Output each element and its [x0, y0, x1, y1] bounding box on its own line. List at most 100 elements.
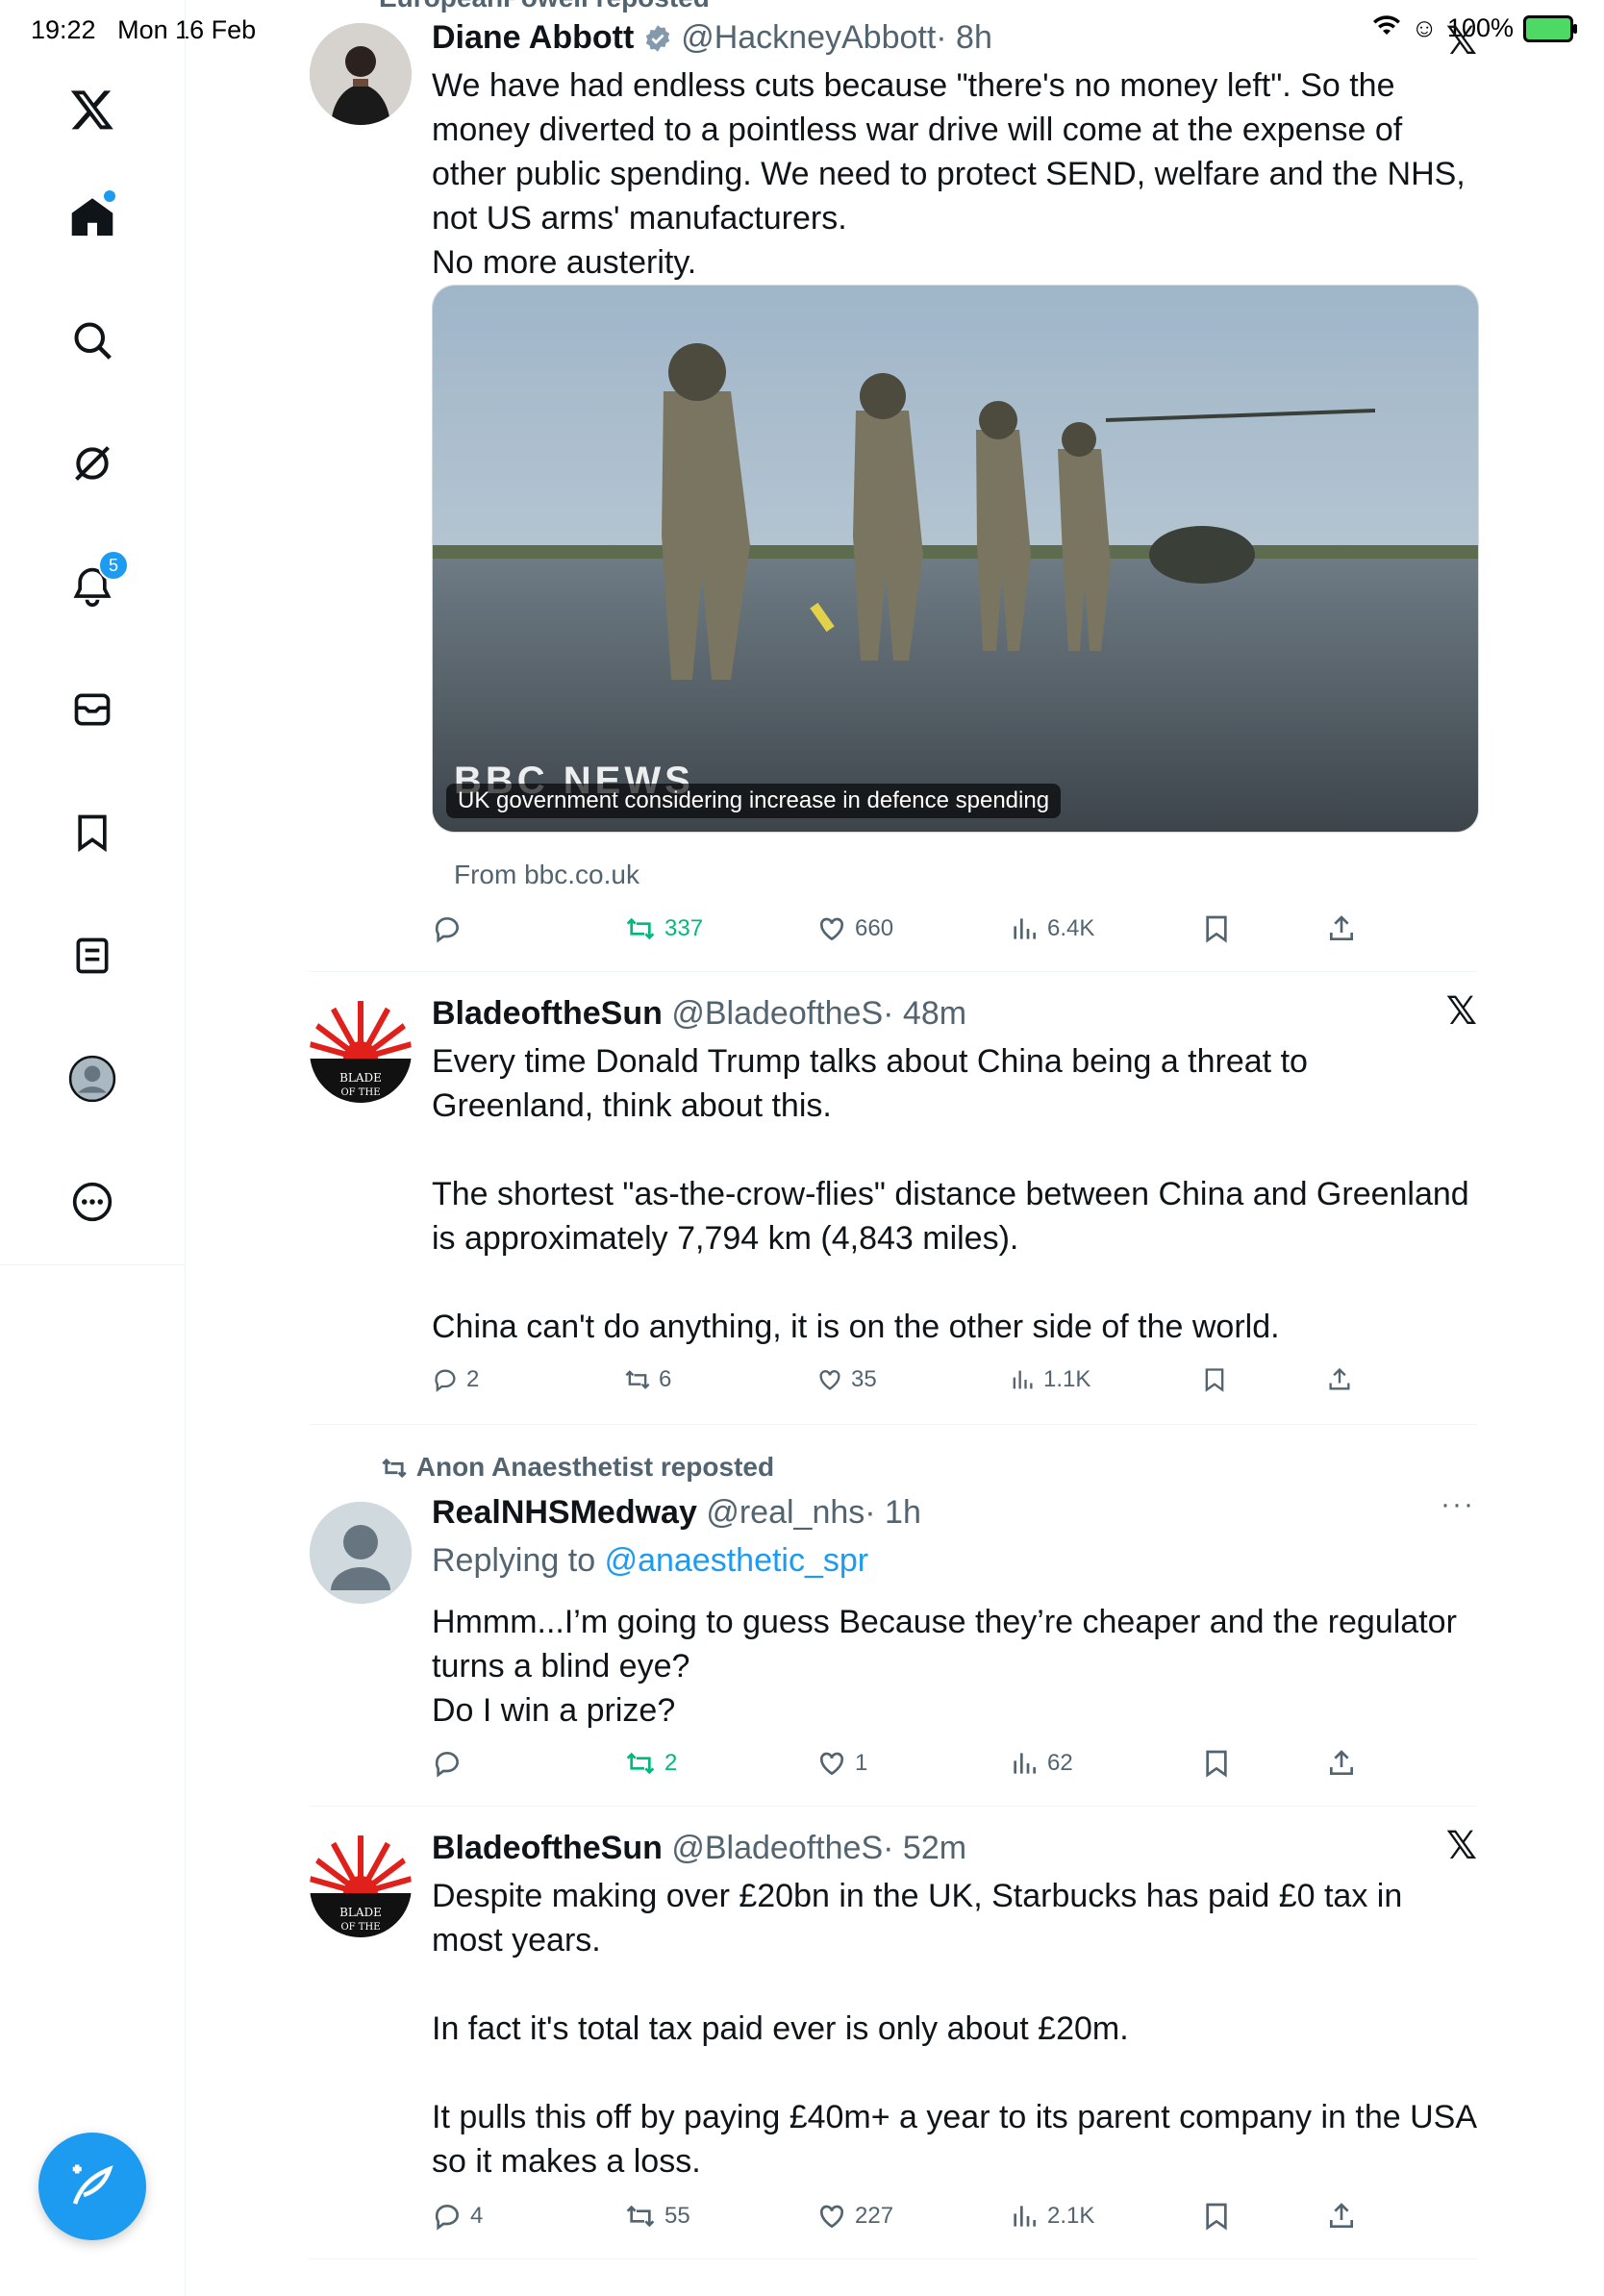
- heart-icon: [819, 917, 844, 941]
- tweet-header: Diane Abbott @HackneyAbbott· 8h: [432, 17, 1477, 58]
- repost-note-text[interactable]: Anon Anaesthetist reposted: [416, 1452, 774, 1482]
- card-caption: UK government considering increase in de…: [446, 784, 1062, 818]
- author-handle[interactable]: @BladeoftheS: [671, 995, 883, 1032]
- reply-count: 4: [470, 2203, 484, 2229]
- avatar[interactable]: [310, 23, 412, 125]
- tweet-time: · 8h: [936, 19, 992, 56]
- view-count: 6.4K: [1047, 915, 1095, 941]
- repost-icon: [626, 1752, 655, 1775]
- link-card[interactable]: BBC NEWS UK government considering incre…: [432, 285, 1479, 833]
- views-button[interactable]: 62: [1009, 1748, 1073, 1779]
- svg-text:BLADE: BLADE: [339, 1906, 382, 1919]
- avatar[interactable]: BLADE OF THE: [310, 1835, 412, 1937]
- tweet-actions: 2 1 62: [432, 1748, 1355, 1786]
- bookmark-icon: [1206, 1750, 1227, 1778]
- reply-icon: [435, 917, 459, 943]
- reply-context: Replying to @anaesthetic_spr: [432, 1540, 1477, 1581]
- bookmark-button[interactable]: [1201, 1748, 1232, 1779]
- more-icon[interactable]: [54, 1163, 131, 1240]
- tweet-text: Every time Donald Trump talks about Chin…: [432, 1043, 1469, 1345]
- reply-button[interactable]: [432, 913, 470, 944]
- bookmark-button[interactable]: [1201, 2201, 1232, 2232]
- x-source-icon: 𝕏: [1445, 20, 1477, 62]
- like-button[interactable]: 227: [816, 2201, 893, 2232]
- share-icon: [1330, 2203, 1353, 2228]
- tweet-time: · 52m: [883, 1830, 967, 1866]
- heart-icon: [819, 2205, 844, 2229]
- reply-count: 2: [466, 1366, 480, 1392]
- reply-button[interactable]: 2: [432, 1366, 479, 1393]
- notification-badge: 5: [98, 550, 129, 581]
- tweet-text: Hmmm...I’m going to guess Because they’r…: [432, 1604, 1457, 1729]
- views-icon: [1014, 918, 1036, 939]
- author-name[interactable]: BladeoftheSun: [432, 995, 663, 1032]
- tweet-bladeofthesun-2[interactable]: BLADE OF THE BladeoftheSun @BladeoftheS·…: [310, 1807, 1477, 2259]
- sidebar-separator: [0, 1264, 185, 1265]
- x-logo-icon[interactable]: [54, 71, 131, 148]
- search-icon[interactable]: [54, 302, 131, 379]
- tweet-actions: 4 55 227 2.1K: [432, 2201, 1355, 2239]
- bookmark-button[interactable]: [1201, 1366, 1228, 1393]
- home-icon[interactable]: [54, 179, 131, 256]
- share-icon: [1330, 1750, 1353, 1775]
- tweet-bladeofthesun-1[interactable]: BLADE OF THE BladeoftheSun @BladeoftheS·…: [310, 972, 1477, 1424]
- view-count: 62: [1047, 1750, 1073, 1776]
- profile-icon[interactable]: [54, 1040, 131, 1117]
- reply-icon: [435, 1369, 456, 1392]
- views-button[interactable]: 6.4K: [1009, 913, 1094, 944]
- share-button[interactable]: [1326, 1366, 1353, 1393]
- lists-icon[interactable]: [54, 917, 131, 994]
- repost-button[interactable]: 2: [624, 1748, 677, 1779]
- notifications-icon[interactable]: 5: [54, 548, 131, 625]
- author-name[interactable]: RealNHSMedway: [432, 1494, 697, 1531]
- repost-count: 55: [664, 2203, 690, 2229]
- repost-icon: [625, 1370, 650, 1389]
- repost-count: 337: [664, 915, 704, 941]
- heart-icon: [819, 1370, 840, 1390]
- share-button[interactable]: [1326, 2201, 1357, 2232]
- author-name[interactable]: BladeoftheSun: [432, 1830, 663, 1866]
- like-button[interactable]: 1: [816, 1748, 867, 1779]
- author-name[interactable]: Diane Abbott: [432, 19, 634, 56]
- bookmark-icon: [1206, 2203, 1227, 2231]
- repost-button[interactable]: 337: [624, 913, 703, 944]
- repost-button[interactable]: 6: [624, 1366, 671, 1393]
- author-handle[interactable]: @real_nhs: [706, 1494, 865, 1531]
- tweet-realnhsmedway[interactable]: Anon Anaesthetist reposted RealNHSMedway…: [310, 1425, 1477, 1806]
- share-button[interactable]: [1326, 1748, 1357, 1779]
- views-button[interactable]: 1.1K: [1009, 1366, 1090, 1393]
- tweet-header: BladeoftheSun @BladeoftheS· 52m: [432, 1828, 1477, 1868]
- x-source-icon: 𝕏: [1445, 990, 1477, 1033]
- compose-button[interactable]: [38, 2133, 146, 2240]
- grok-icon[interactable]: [54, 425, 131, 502]
- bookmarks-icon[interactable]: [54, 794, 131, 871]
- tweet-diane-abbott[interactable]: EuropeanPowell reposted Diane Abbott @Ha…: [310, 0, 1479, 971]
- like-count: 1: [855, 1750, 868, 1776]
- x-source-icon: 𝕏: [1445, 1825, 1477, 1867]
- repost-count: 2: [664, 1750, 678, 1776]
- tweet-time: · 1h: [865, 1494, 921, 1531]
- replying-to-link[interactable]: @anaesthetic_spr: [605, 1542, 869, 1579]
- views-button[interactable]: 2.1K: [1009, 2201, 1094, 2232]
- author-handle[interactable]: @HackneyAbbott: [681, 19, 936, 56]
- author-handle[interactable]: @BladeoftheS: [671, 1830, 883, 1866]
- share-button[interactable]: [1326, 913, 1357, 944]
- more-options-icon[interactable]: ···: [1441, 1488, 1475, 1521]
- reply-button[interactable]: [432, 1748, 470, 1779]
- avatar[interactable]: [310, 1502, 412, 1604]
- bookmark-button[interactable]: [1201, 913, 1232, 944]
- views-icon: [1013, 1370, 1033, 1389]
- avatar[interactable]: BLADE OF THE: [310, 1001, 412, 1103]
- repost-button[interactable]: 55: [624, 2201, 690, 2232]
- tweet-time: · 48m: [883, 995, 967, 1032]
- views-icon: [1014, 1753, 1036, 1774]
- tweet-header: BladeoftheSun @BladeoftheS· 48m: [432, 993, 1477, 1034]
- like-button[interactable]: 660: [816, 913, 893, 944]
- card-source[interactable]: From bbc.co.uk: [454, 860, 639, 890]
- home-unread-dot: [102, 188, 117, 204]
- tweet-text: We have had endless cuts because "there'…: [432, 67, 1466, 281]
- messages-icon[interactable]: [54, 671, 131, 748]
- like-button[interactable]: 35: [816, 1366, 877, 1393]
- repost-count: 6: [659, 1366, 672, 1392]
- reply-button[interactable]: 4: [432, 2201, 483, 2232]
